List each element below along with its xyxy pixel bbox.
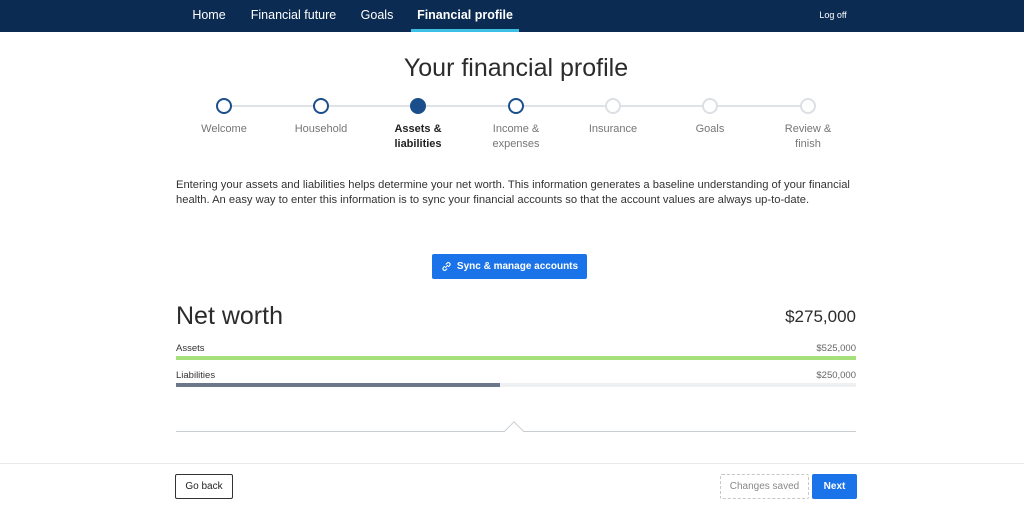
step-label: Income & expenses: [492, 123, 540, 150]
step-welcome[interactable]: Welcome: [174, 98, 274, 137]
net-worth-title: Net worth: [176, 302, 283, 330]
footer-divider: [0, 463, 1024, 464]
assets-value: $525,000: [816, 343, 856, 354]
step-indicator: [508, 98, 524, 114]
step-household[interactable]: Household: [271, 98, 371, 137]
step-indicator: [605, 98, 621, 114]
assets-bar-fill: [176, 356, 856, 360]
go-back-button[interactable]: Go back: [175, 474, 233, 499]
sync-manage-accounts-button[interactable]: Sync & manage accounts: [432, 254, 587, 279]
next-button[interactable]: Next: [812, 474, 857, 499]
step-indicator: [313, 98, 329, 114]
assets-label: Assets: [176, 343, 205, 354]
step-label: Insurance: [588, 123, 638, 135]
nav-financial-profile[interactable]: Financial profile: [411, 0, 519, 32]
step-indicator: [410, 98, 426, 114]
intro-text: Entering your assets and liabilities hel…: [176, 179, 850, 206]
liabilities-bar-fill: [176, 383, 500, 387]
step-label: Goals: [695, 123, 725, 135]
step-indicator: [702, 98, 718, 114]
page-title: Your financial profile: [403, 54, 629, 82]
step-label: Welcome: [201, 123, 247, 135]
changes-saved-status: Changes saved: [720, 474, 809, 499]
link-icon: [442, 262, 451, 271]
step-assets-liabilities[interactable]: Assets & liabilities: [368, 98, 468, 152]
sync-button-label: Sync & manage accounts: [456, 261, 579, 272]
net-worth-value: $275,000: [785, 307, 856, 326]
expand-caret-icon[interactable]: [504, 421, 524, 441]
nav-goals[interactable]: Goals: [352, 0, 402, 32]
liabilities-label: Liabilities: [176, 370, 216, 381]
top-navigation: Home Financial future Goals Financial pr…: [0, 0, 1024, 32]
nav-financial-future[interactable]: Financial future: [245, 0, 342, 32]
step-indicator: [800, 98, 816, 114]
step-goals[interactable]: Goals: [660, 98, 760, 137]
nav-home[interactable]: Home: [183, 0, 235, 32]
step-review-finish[interactable]: Review & finish: [758, 98, 858, 152]
log-off-link[interactable]: Log off: [808, 0, 858, 32]
liabilities-value: $250,000: [816, 370, 856, 381]
liabilities-bar: [176, 383, 856, 387]
step-insurance[interactable]: Insurance: [563, 98, 663, 137]
step-label: Review & finish: [784, 123, 832, 150]
step-indicator: [216, 98, 232, 114]
step-label: Assets & liabilities: [394, 123, 442, 150]
step-income-expenses[interactable]: Income & expenses: [466, 98, 566, 152]
step-label: Household: [294, 123, 348, 135]
assets-bar: [176, 356, 856, 360]
